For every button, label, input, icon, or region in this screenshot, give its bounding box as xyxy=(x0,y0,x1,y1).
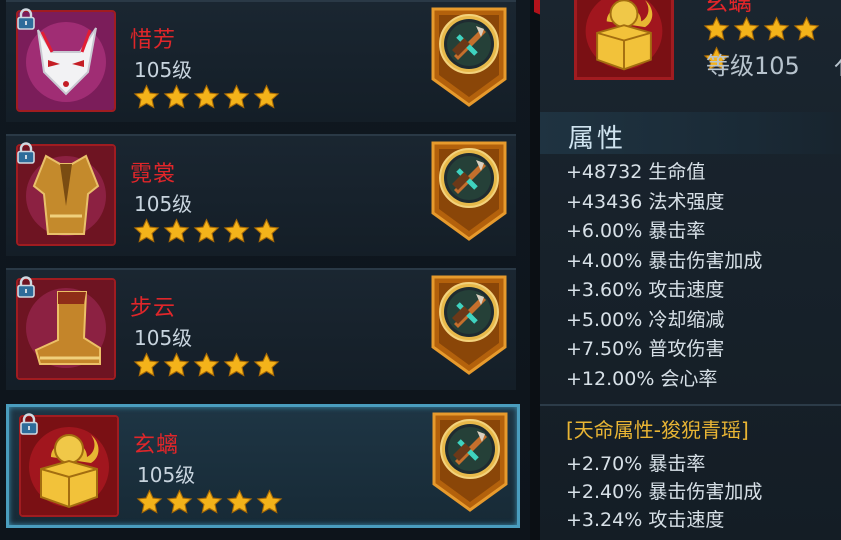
star-rating xyxy=(135,489,285,515)
star-icon xyxy=(162,218,191,244)
item-name: 玄螭 xyxy=(133,433,180,458)
equipment-slot-xifang[interactable]: 惜芳 105级 xyxy=(6,0,516,122)
star-icon xyxy=(165,489,194,515)
equipment-slot-buyun[interactable]: 步云 105级 xyxy=(6,268,516,390)
weapon-badge-icon[interactable] xyxy=(430,274,508,376)
equipment-list-panel: 惜芳 105级 霓裳 105级 步云 105级 玄螭 105级 xyxy=(0,0,530,540)
star-icon xyxy=(252,218,281,244)
item-name: 步云 xyxy=(130,296,177,321)
item-name: 霓裳 xyxy=(130,162,177,187)
star-icon xyxy=(222,84,251,110)
item-level: 105级 xyxy=(137,463,196,487)
detail-extra: 亻 xyxy=(834,46,841,81)
star-icon xyxy=(162,84,191,110)
item-level: 105级 xyxy=(134,58,193,82)
star-rating xyxy=(132,218,282,244)
equipment-slot-xuanchi[interactable]: 玄螭 105级 xyxy=(6,404,520,528)
lock-icon[interactable] xyxy=(19,413,39,435)
star-icon xyxy=(192,84,221,110)
weapon-badge-icon[interactable] xyxy=(430,140,508,242)
star-icon xyxy=(195,489,224,515)
star-icon xyxy=(792,16,821,42)
star-icon xyxy=(762,16,791,42)
lock-icon[interactable] xyxy=(16,276,36,298)
attribute-line: +12.00% 会心率 xyxy=(566,367,718,390)
detail-item-name: 玄螭 xyxy=(704,0,752,16)
item-level: 105级 xyxy=(134,192,193,216)
attribute-line: +7.50% 普攻伤害 xyxy=(566,338,725,360)
attribute-line: +5.00% 冷却缩减 xyxy=(566,308,725,331)
star-icon xyxy=(192,218,221,244)
fate-attributes-title: [天命属性-狻猊青瑶] xyxy=(566,418,749,442)
golden-seal-icon xyxy=(574,0,674,80)
attribute-line: +6.00% 暴击率 xyxy=(566,220,706,242)
attribute-line: +48732 生命值 xyxy=(566,161,706,183)
star-rating xyxy=(132,84,282,110)
star-icon xyxy=(252,352,281,378)
equipment-detail-panel: 玄螭 等级105 亻 属性 +48732 生命值 +43436 法术强度 +6.… xyxy=(540,0,841,540)
star-icon xyxy=(132,352,161,378)
lock-icon[interactable] xyxy=(16,142,36,164)
fate-attribute-line: +2.40% 暴击伤害加成 xyxy=(566,481,763,503)
star-icon xyxy=(732,16,761,42)
star-icon xyxy=(222,218,251,244)
attributes-title: 属性 xyxy=(568,124,627,154)
star-icon xyxy=(252,84,281,110)
attribute-line: +43436 法术强度 xyxy=(566,190,725,213)
lock-icon[interactable] xyxy=(16,8,36,30)
star-icon xyxy=(225,489,254,515)
detail-level: 等级105 xyxy=(706,52,800,80)
star-icon xyxy=(132,84,161,110)
item-level: 105级 xyxy=(134,326,193,350)
attribute-list: +48732 生命值 +43436 法术强度 +6.00% 暴击率 +4.00%… xyxy=(566,158,762,394)
attributes-header: 属性 xyxy=(540,112,841,154)
star-icon xyxy=(222,352,251,378)
fate-attribute-line: +3.24% 攻击速度 xyxy=(566,509,725,531)
equipment-slot-nichang[interactable]: 霓裳 105级 xyxy=(6,134,516,256)
fate-attribute-line: +2.70% 暴击率 xyxy=(566,453,706,475)
star-icon xyxy=(192,352,221,378)
weapon-badge-icon[interactable] xyxy=(430,6,508,108)
attribute-line: +4.00% 暴击伤害加成 xyxy=(566,249,763,272)
star-icon xyxy=(132,218,161,244)
weapon-badge-icon[interactable] xyxy=(431,411,509,513)
star-icon xyxy=(162,352,191,378)
star-rating xyxy=(132,352,282,378)
item-name: 惜芳 xyxy=(130,28,177,53)
star-icon xyxy=(135,489,164,515)
divider xyxy=(540,404,841,406)
attribute-line: +3.60% 攻击速度 xyxy=(566,279,725,301)
star-icon xyxy=(255,489,284,515)
star-icon xyxy=(702,16,731,42)
fate-attribute-list: +2.70% 暴击率 +2.40% 暴击伤害加成 +3.24% 攻击速度 xyxy=(566,450,762,534)
